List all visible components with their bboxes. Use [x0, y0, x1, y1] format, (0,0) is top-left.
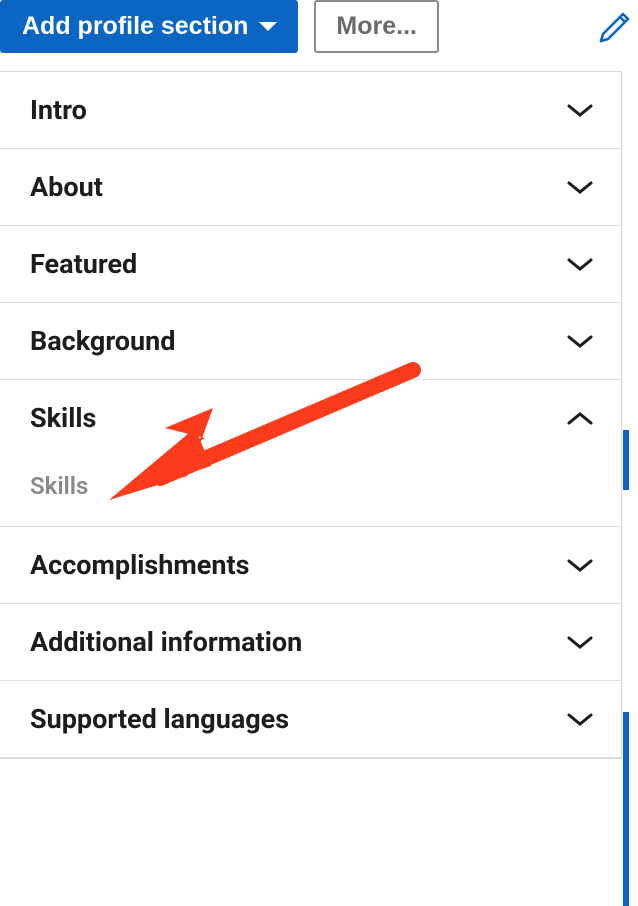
chevron-down-icon [567, 634, 593, 650]
section-accomplishments[interactable]: Accomplishments [0, 527, 621, 604]
section-label: Featured [30, 248, 137, 280]
section-additional-information[interactable]: Additional information [0, 604, 621, 681]
pencil-icon [596, 10, 632, 46]
section-supported-languages[interactable]: Supported languages [0, 681, 621, 758]
profile-toolbar: Add profile section More... [0, 0, 638, 71]
section-label: Supported languages [30, 703, 289, 735]
section-label: Background [30, 325, 176, 357]
section-intro[interactable]: Intro [0, 72, 621, 149]
chevron-up-icon [567, 410, 593, 426]
section-label: Additional information [30, 626, 302, 658]
profile-section-dropdown: Intro About Featured Background Skills S… [0, 71, 622, 759]
caret-down-icon [258, 20, 278, 34]
section-label: Skills [30, 402, 96, 434]
sub-item-label: Skills [30, 472, 88, 500]
chevron-down-icon [567, 333, 593, 349]
sub-item-skills[interactable]: Skills [0, 456, 621, 527]
more-button-label: More... [336, 12, 417, 40]
section-background[interactable]: Background [0, 303, 621, 380]
chevron-down-icon [567, 711, 593, 727]
chevron-down-icon [567, 256, 593, 272]
section-about[interactable]: About [0, 149, 621, 226]
chevron-down-icon [567, 102, 593, 118]
scroll-accent [623, 430, 629, 490]
edit-profile-button[interactable] [596, 4, 634, 50]
section-label: About [30, 171, 103, 203]
chevron-down-icon [567, 557, 593, 573]
scroll-accent [623, 712, 629, 906]
chevron-down-icon [567, 179, 593, 195]
add-profile-section-label: Add profile section [22, 12, 248, 41]
section-label: Intro [30, 94, 87, 126]
add-profile-section-button[interactable]: Add profile section [0, 0, 298, 53]
more-button[interactable]: More... [314, 0, 439, 53]
section-skills[interactable]: Skills [0, 380, 621, 456]
section-featured[interactable]: Featured [0, 226, 621, 303]
section-label: Accomplishments [30, 549, 249, 581]
